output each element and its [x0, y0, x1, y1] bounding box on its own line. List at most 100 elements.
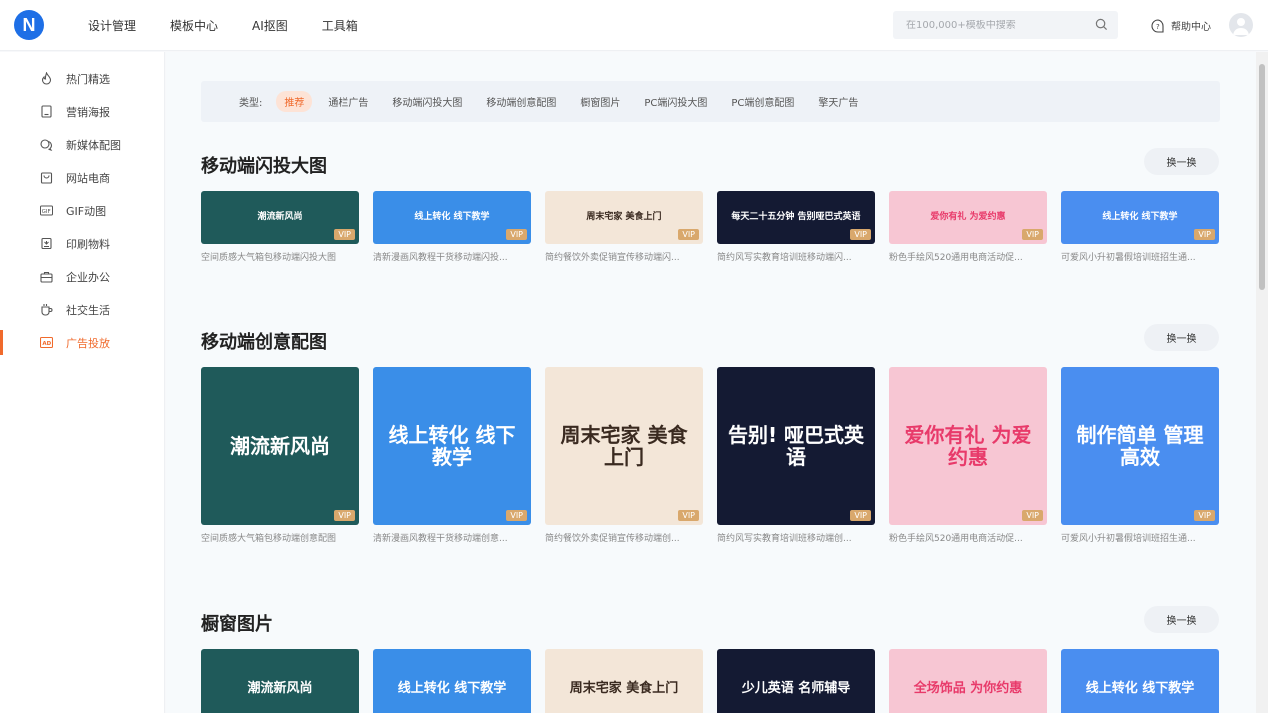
sidebar-item-3[interactable]: 网站电商 [0, 161, 164, 194]
template-thumbnail[interactable]: 周末宅家 美食上门VIP [545, 649, 703, 713]
template-card[interactable]: 爱你有礼 为爱约惠 VIP 粉色手绘风520通用电商活动促... [889, 367, 1047, 544]
template-thumbnail[interactable]: 潮流新风尚VIP [201, 367, 359, 525]
template-thumbnail[interactable]: 线上转化 线下教学VIP [373, 649, 531, 713]
nav-template-center[interactable]: 模板中心 [170, 17, 218, 34]
help-center[interactable]: ? 帮助中心 [1151, 18, 1211, 33]
template-caption[interactable]: 简约风写实教育培训班移动端创... [717, 531, 875, 544]
template-card[interactable]: 线上转化 线下教学 VIP 清新漫画风教程干货移动端闪投... [373, 191, 531, 263]
template-card[interactable]: 周末宅家 美食上门 VIP 简约餐饮外卖促销宣传移动端闪... [545, 191, 703, 263]
template-caption[interactable]: 空间质感大气箱包移动端闪投大图 [201, 250, 359, 263]
type-filter-bar: 类型: 推荐 通栏广告 移动端闪投大图 移动端创意配图 橱窗图片 PC端闪投大图 PC端创意… [201, 81, 1220, 122]
template-thumbnail[interactable]: 线上转化 线下教学VIP [373, 367, 531, 525]
filter-chip-1[interactable]: 通栏广告 [328, 94, 368, 109]
section-title: 移动端创意配图 [201, 332, 327, 353]
filter-chip-5[interactable]: PC端闪投大图 [644, 94, 707, 109]
template-thumbnail[interactable]: 爱你有礼 为爱约惠 VIP [889, 367, 1047, 525]
sidebar-item-label: 新媒体配图 [66, 138, 121, 152]
template-caption[interactable]: 清新漫画风教程干货移动端创意... [373, 531, 531, 544]
logo[interactable]: N [14, 10, 44, 40]
swap-button[interactable]: 换一换 [1144, 148, 1219, 175]
vip-badge: VIP [678, 510, 699, 521]
avatar[interactable] [1229, 13, 1253, 37]
template-caption[interactable]: 清新漫画风教程干货移动端闪投... [373, 250, 531, 263]
template-caption[interactable]: 粉色手绘风520通用电商活动促... [889, 250, 1047, 263]
template-thumbnail[interactable]: 告别! 哑巴式英语 VIP [717, 367, 875, 525]
sidebar-item-1[interactable]: 营销海报 [0, 95, 164, 128]
swap-button[interactable]: 换一换 [1144, 606, 1219, 633]
vip-badge: VIP [1022, 510, 1043, 521]
template-card[interactable]: 线上转化 线下教学 VIP 可爱风小升初暑假培训班招生通... [1061, 191, 1219, 263]
template-card[interactable]: 潮流新风尚VIP [201, 649, 359, 713]
template-thumbnail[interactable]: 全场饰品 为你约惠VIP [889, 649, 1047, 713]
nav-design-manage[interactable]: 设计管理 [88, 17, 136, 34]
help-icon: ? [1151, 18, 1164, 33]
template-caption[interactable]: 简约餐饮外卖促销宣传移动端创... [545, 531, 703, 544]
swap-button[interactable]: 换一换 [1144, 324, 1219, 351]
sidebar-item-7[interactable]: 社交生活 [0, 293, 164, 326]
filter-chip-3[interactable]: 移动端创意配图 [486, 94, 556, 109]
template-thumbnail[interactable]: 制作简单 管理高效 VIP [1061, 367, 1219, 525]
template-caption[interactable]: 空间质感大气箱包移动端创意配图 [201, 531, 359, 544]
filter-chip-4[interactable]: 橱窗图片 [580, 94, 620, 109]
template-caption[interactable]: 简约餐饮外卖促销宣传移动端闪... [545, 250, 703, 263]
template-caption[interactable]: 粉色手绘风520通用电商活动促... [889, 531, 1047, 544]
sidebar-item-label: 营销海报 [66, 105, 110, 119]
scrollbar-thumb[interactable] [1259, 64, 1265, 290]
sidebar-item-label: GIF动图 [66, 204, 107, 218]
template-caption[interactable]: 可爱风小升初暑假培训班招生通... [1061, 250, 1219, 263]
sidebar-item-6[interactable]: 企业办公 [0, 260, 164, 293]
thumbnail-text: 周末宅家 美食上门 [560, 423, 688, 469]
template-caption[interactable]: 可爱风小升初暑假培训班招生通... [1061, 531, 1219, 544]
template-card[interactable]: 潮流新风尚 VIP 空间质感大气箱包移动端闪投大图 [201, 191, 359, 263]
sidebar: 热门精选营销海报新媒体配图网站电商 GIF GIF动图 印刷物料 企业办公 社交生活 AD 广… [0, 52, 165, 713]
sidebar-item-8[interactable]: AD 广告投放 [0, 326, 164, 359]
vip-badge: VIP [334, 229, 355, 240]
search-input[interactable] [893, 19, 1083, 31]
template-card[interactable]: 爱你有礼 为爱约惠 VIP 粉色手绘风520通用电商活动促... [889, 191, 1047, 263]
template-card[interactable]: 告别! 哑巴式英语 VIP 简约风写实教育培训班移动端创... [717, 367, 875, 544]
filter-chip-7[interactable]: 擎天广告 [818, 94, 858, 109]
template-card[interactable]: 全场饰品 为你约惠VIP [889, 649, 1047, 713]
user-icon [1233, 18, 1249, 35]
template-card[interactable]: 潮流新风尚 VIP 空间质感大气箱包移动端创意配图 [201, 367, 359, 544]
sidebar-item-2[interactable]: 新媒体配图 [0, 128, 164, 161]
template-card[interactable]: 周末宅家 美食上门 VIP 简约餐饮外卖促销宣传移动端创... [545, 367, 703, 544]
template-card[interactable]: 线上转化 线下教学 VIP 清新漫画风教程干货移动端创意... [373, 367, 531, 544]
template-caption[interactable]: 简约风写实教育培训班移动端闪... [717, 250, 875, 263]
sidebar-item-5[interactable]: 印刷物料 [0, 227, 164, 260]
template-card[interactable]: 周末宅家 美食上门VIP [545, 649, 703, 713]
template-card[interactable]: 线上转化 线下教学VIP [373, 649, 531, 713]
help-label: 帮助中心 [1171, 22, 1211, 33]
template-card[interactable]: 制作简单 管理高效 VIP 可爱风小升初暑假培训班招生通... [1061, 367, 1219, 544]
template-thumbnail[interactable]: 周末宅家 美食上门 VIP [545, 367, 703, 525]
template-row: 潮流新风尚VIP线上转化 线下教学VIP周末宅家 美食上门VIP少儿英语 名师辅… [201, 649, 1233, 713]
thumbnail-text: 制作简单 管理高效 [1076, 423, 1204, 469]
filter-chip-2[interactable]: 移动端闪投大图 [392, 94, 462, 109]
filter-chip-0[interactable]: 推荐 [276, 91, 313, 112]
thumbnail-text: 潮流新风尚 [257, 211, 303, 222]
nav-toolbox[interactable]: 工具箱 [322, 17, 358, 34]
template-thumbnail[interactable]: 少儿英语 名师辅导VIP [717, 649, 875, 713]
sidebar-item-label: 广告投放 [66, 336, 110, 350]
sidebar-item-4[interactable]: GIF GIF动图 [0, 194, 164, 227]
nav-ai-cutout[interactable]: AI抠图 [252, 17, 288, 34]
template-thumbnail[interactable]: 线上转化 线下教学VIP [1061, 649, 1219, 713]
filter-chip-6[interactable]: PC端创意配图 [731, 94, 794, 109]
template-thumbnail[interactable]: 爱你有礼 为爱约惠 VIP [889, 191, 1047, 244]
sidebar-item-0[interactable]: 热门精选 [0, 62, 164, 95]
template-card[interactable]: 少儿英语 名师辅导VIP [717, 649, 875, 713]
search-icon[interactable] [1095, 18, 1108, 31]
vip-badge: VIP [334, 510, 355, 521]
ad-icon: AD [40, 336, 53, 349]
template-thumbnail[interactable]: 周末宅家 美食上门VIP [545, 191, 703, 244]
template-card[interactable]: 线上转化 线下教学VIP [1061, 649, 1219, 713]
thumbnail-text: 全场饰品 为你约惠 [913, 680, 1023, 696]
template-thumbnail[interactable]: 潮流新风尚VIP [201, 649, 359, 713]
template-thumbnail[interactable]: 潮流新风尚 VIP [201, 191, 359, 244]
template-thumbnail[interactable]: 线上转化 线下教学VIP [1061, 191, 1219, 244]
template-thumbnail[interactable]: 线上转化 线下教学VIP [373, 191, 531, 244]
thumbnail-text: 线上转化 线下教学 [388, 423, 516, 469]
scrollbar[interactable] [1256, 52, 1268, 713]
template-card[interactable]: 每天二十五分钟 告别哑巴式英语 VIP 简约风写实教育培训班移动端闪... [717, 191, 875, 263]
template-thumbnail[interactable]: 每天二十五分钟 告别哑巴式英语 VIP [717, 191, 875, 244]
